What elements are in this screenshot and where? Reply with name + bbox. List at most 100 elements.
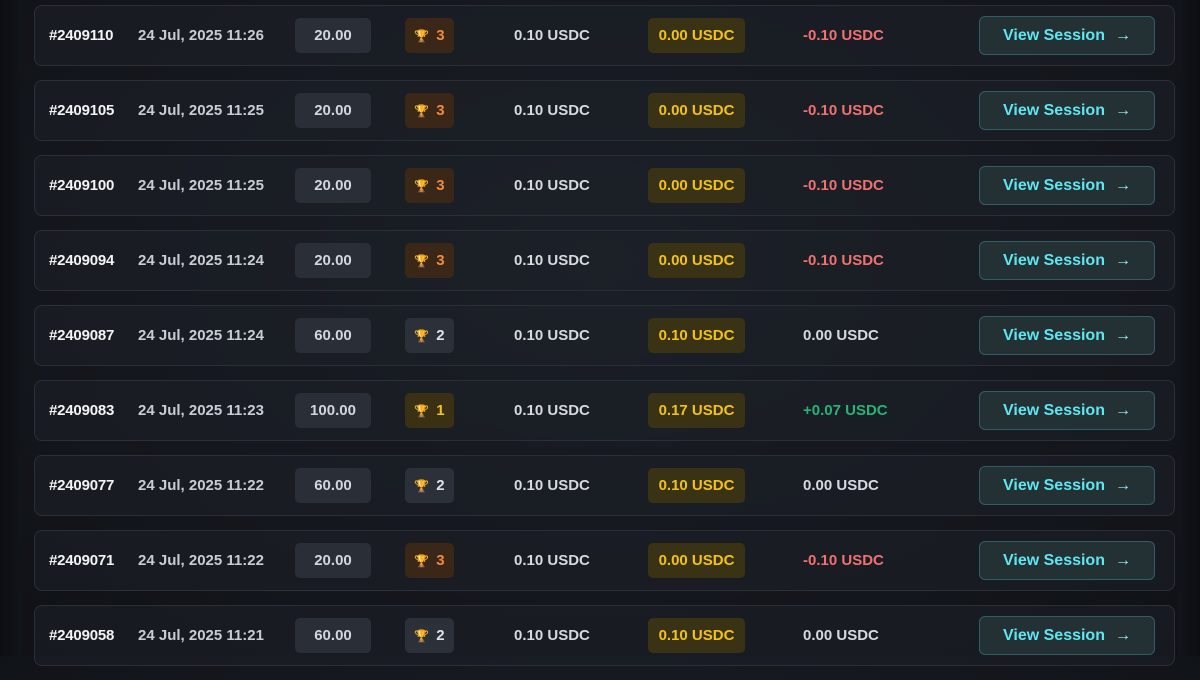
view-session-button[interactable]: View Session → — [979, 616, 1155, 655]
rank-badge: 🏆 1 — [405, 393, 454, 428]
payout-badge: 0.00 USDC — [648, 18, 745, 53]
trophy-icon: 🏆 — [414, 253, 430, 268]
rank-badge: 🏆 3 — [405, 168, 454, 203]
multiplier-badge: 20.00 — [295, 93, 371, 128]
session-date: 24 Jul, 2025 11:24 — [138, 252, 264, 269]
bet-amount: 0.10 USDC — [514, 627, 590, 644]
trophy-icon: 🏆 — [414, 553, 430, 568]
arrow-right-icon: → — [1114, 626, 1131, 644]
session-id: #2409077 — [49, 477, 115, 494]
view-session-button[interactable]: View Session → — [979, 166, 1155, 205]
session-id: #2409094 — [49, 252, 115, 269]
view-session-label: View Session — [1003, 326, 1105, 344]
session-id: #2409105 — [49, 102, 115, 119]
bet-amount: 0.10 USDC — [514, 252, 590, 269]
rank-value: 3 — [436, 27, 445, 44]
bet-amount: 0.10 USDC — [514, 327, 590, 344]
profit-amount: -0.10 USDC — [803, 252, 884, 269]
rank-badge: 🏆 3 — [405, 93, 454, 128]
rank-value: 1 — [436, 402, 445, 419]
multiplier-badge: 20.00 — [295, 543, 371, 578]
session-row: #2409110 24 Jul, 2025 11:26 20.00 🏆 3 0.… — [34, 5, 1175, 66]
view-session-label: View Session — [1003, 551, 1105, 569]
session-row: #2409083 24 Jul, 2025 11:23 100.00 🏆 1 0… — [34, 380, 1175, 441]
session-date: 24 Jul, 2025 11:22 — [138, 552, 264, 569]
arrow-right-icon: → — [1114, 26, 1131, 44]
trophy-icon: 🏆 — [414, 403, 430, 418]
arrow-right-icon: → — [1114, 251, 1131, 269]
payout-badge: 0.00 USDC — [648, 243, 745, 278]
bet-amount: 0.10 USDC — [514, 402, 590, 419]
session-id: #2409087 — [49, 327, 115, 344]
view-session-label: View Session — [1003, 626, 1105, 644]
view-session-label: View Session — [1003, 26, 1105, 44]
multiplier-badge: 60.00 — [295, 468, 371, 503]
bet-amount: 0.10 USDC — [514, 27, 590, 44]
session-id: #2409058 — [49, 627, 115, 644]
payout-badge: 0.10 USDC — [648, 618, 745, 653]
rank-value: 3 — [436, 102, 445, 119]
profit-amount: -0.10 USDC — [803, 27, 884, 44]
view-session-button[interactable]: View Session → — [979, 241, 1155, 280]
view-session-button[interactable]: View Session → — [979, 91, 1155, 130]
profit-amount: -0.10 USDC — [803, 177, 884, 194]
view-session-button[interactable]: View Session → — [979, 316, 1155, 355]
view-session-button[interactable]: View Session → — [979, 16, 1155, 55]
view-session-label: View Session — [1003, 476, 1105, 494]
rank-badge: 🏆 2 — [405, 618, 454, 653]
arrow-right-icon: → — [1114, 101, 1131, 119]
payout-badge: 0.17 USDC — [648, 393, 745, 428]
view-session-label: View Session — [1003, 251, 1105, 269]
session-row: #2409058 24 Jul, 2025 11:21 60.00 🏆 2 0.… — [34, 605, 1175, 666]
view-session-label: View Session — [1003, 176, 1105, 194]
multiplier-badge: 20.00 — [295, 168, 371, 203]
trophy-icon: 🏆 — [414, 478, 430, 493]
profit-amount: -0.10 USDC — [803, 102, 884, 119]
rank-badge: 🏆 3 — [405, 543, 454, 578]
rank-value: 2 — [436, 627, 445, 644]
trophy-icon: 🏆 — [414, 103, 430, 118]
multiplier-badge: 20.00 — [295, 18, 371, 53]
rank-badge: 🏆 3 — [405, 243, 454, 278]
view-session-button[interactable]: View Session → — [979, 466, 1155, 505]
trophy-icon: 🏆 — [414, 178, 430, 193]
trophy-icon: 🏆 — [414, 328, 430, 343]
right-gutter — [1178, 0, 1200, 656]
arrow-right-icon: → — [1114, 326, 1131, 344]
bet-amount: 0.10 USDC — [514, 177, 590, 194]
session-row: #2409094 24 Jul, 2025 11:24 20.00 🏆 3 0.… — [34, 230, 1175, 291]
payout-badge: 0.00 USDC — [648, 543, 745, 578]
payout-badge: 0.10 USDC — [648, 318, 745, 353]
view-session-label: View Session — [1003, 401, 1105, 419]
session-date: 24 Jul, 2025 11:25 — [138, 102, 264, 119]
multiplier-badge: 20.00 — [295, 243, 371, 278]
rank-value: 3 — [436, 552, 445, 569]
multiplier-badge: 60.00 — [295, 618, 371, 653]
rank-badge: 🏆 3 — [405, 18, 454, 53]
session-date: 24 Jul, 2025 11:21 — [138, 627, 264, 644]
session-id: #2409110 — [49, 27, 114, 44]
left-gutter — [0, 0, 22, 656]
arrow-right-icon: → — [1114, 476, 1131, 494]
session-id: #2409100 — [49, 177, 115, 194]
view-session-button[interactable]: View Session → — [979, 541, 1155, 580]
arrow-right-icon: → — [1114, 401, 1131, 419]
rank-value: 3 — [436, 252, 445, 269]
session-row: #2409087 24 Jul, 2025 11:24 60.00 🏆 2 0.… — [34, 305, 1175, 366]
session-date: 24 Jul, 2025 11:24 — [138, 327, 264, 344]
rank-badge: 🏆 2 — [405, 318, 454, 353]
multiplier-badge: 100.00 — [295, 393, 371, 428]
session-date: 24 Jul, 2025 11:22 — [138, 477, 264, 494]
trophy-icon: 🏆 — [414, 28, 430, 43]
multiplier-badge: 60.00 — [295, 318, 371, 353]
session-id: #2409071 — [49, 552, 115, 569]
profit-amount: 0.00 USDC — [803, 627, 879, 644]
view-session-button[interactable]: View Session → — [979, 391, 1155, 430]
payout-badge: 0.00 USDC — [648, 93, 745, 128]
session-date: 24 Jul, 2025 11:26 — [138, 27, 264, 44]
bet-amount: 0.10 USDC — [514, 102, 590, 119]
rank-value: 2 — [436, 477, 445, 494]
session-history-list: #2409110 24 Jul, 2025 11:26 20.00 🏆 3 0.… — [34, 5, 1175, 680]
profit-amount: 0.00 USDC — [803, 477, 879, 494]
session-date: 24 Jul, 2025 11:23 — [138, 402, 264, 419]
